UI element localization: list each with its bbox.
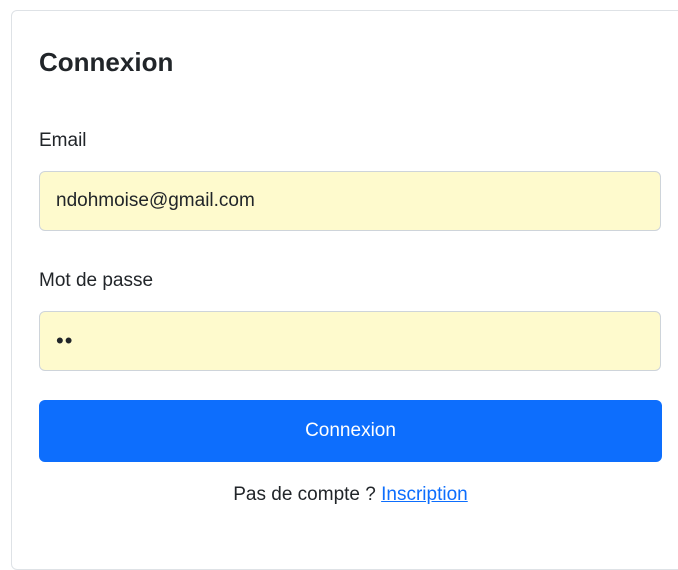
- login-card: Connexion Email Mot de passe Connexion P…: [11, 10, 678, 570]
- email-field[interactable]: [39, 171, 661, 231]
- password-label: Mot de passe: [39, 270, 154, 291]
- signup-link[interactable]: Inscription: [381, 484, 468, 505]
- password-field[interactable]: [39, 311, 661, 371]
- email-label: Email: [39, 130, 87, 151]
- signup-prompt-text: Pas de compte ?: [233, 484, 376, 505]
- page-title: Connexion: [39, 47, 174, 77]
- login-button[interactable]: Connexion: [39, 400, 662, 462]
- signup-prompt: Pas de compte ? Inscription: [39, 483, 662, 507]
